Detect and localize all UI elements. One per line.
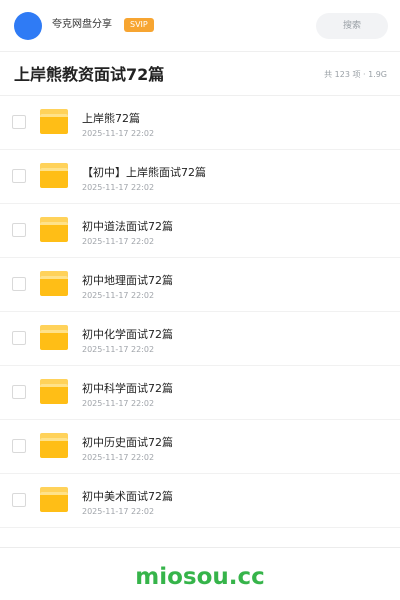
item-name[interactable]: 初中美术面试72篇 <box>82 490 173 504</box>
checkbox[interactable] <box>12 331 26 345</box>
item-date: 2025-11-17 22:02 <box>82 183 155 192</box>
watermark: miosou.cc <box>135 564 265 590</box>
list-item[interactable]: 上岸熊72篇 2025-11-17 22:02 <box>0 96 400 150</box>
page-title: 上岸熊教资面试72篇 <box>14 65 165 84</box>
folder-icon <box>40 217 68 242</box>
footer-divider <box>0 547 400 548</box>
list-item[interactable]: 初中科学面试72篇 2025-11-17 22:02 <box>0 366 400 420</box>
item-name[interactable]: 【初中】上岸熊面试72篇 <box>82 166 206 180</box>
item-date: 2025-11-17 22:02 <box>82 291 155 300</box>
list-item[interactable]: 初中道法面试72篇 2025-11-17 22:02 <box>0 204 400 258</box>
folder-icon <box>40 433 68 458</box>
item-name[interactable]: 初中科学面试72篇 <box>82 382 173 396</box>
folder-icon <box>40 163 68 188</box>
item-name[interactable]: 初中历史面试72篇 <box>82 436 173 450</box>
item-date: 2025-11-17 22:02 <box>82 453 155 462</box>
checkbox[interactable] <box>12 439 26 453</box>
folder-icon <box>40 325 68 350</box>
checkbox[interactable] <box>12 115 26 129</box>
folder-icon <box>40 271 68 296</box>
folder-title-bar: 上岸熊教资面试72篇 共 123 项 · 1.9G <box>0 52 400 96</box>
checkbox[interactable] <box>12 169 26 183</box>
checkbox[interactable] <box>12 223 26 237</box>
search-input[interactable]: 搜索 <box>316 13 388 39</box>
item-name[interactable]: 初中化学面试72篇 <box>82 328 173 342</box>
checkbox[interactable] <box>12 385 26 399</box>
folder-meta: 共 123 项 · 1.9G <box>324 70 387 79</box>
item-name[interactable]: 初中道法面试72篇 <box>82 220 173 234</box>
folder-icon <box>40 109 68 134</box>
checkbox[interactable] <box>12 277 26 291</box>
svip-badge: SVIP <box>124 18 154 32</box>
item-name[interactable]: 初中地理面试72篇 <box>82 274 173 288</box>
avatar[interactable] <box>14 12 42 40</box>
list-item[interactable]: 【初中】上岸熊面试72篇 2025-11-17 22:02 <box>0 150 400 204</box>
item-name[interactable]: 上岸熊72篇 <box>82 112 140 126</box>
item-date: 2025-11-17 22:02 <box>82 129 155 138</box>
share-source-name: 夸克网盘分享 <box>52 19 112 30</box>
file-list: 上岸熊72篇 2025-11-17 22:02 【初中】上岸熊面试72篇 202… <box>0 96 400 528</box>
item-date: 2025-11-17 22:02 <box>82 399 155 408</box>
list-item[interactable]: 初中地理面试72篇 2025-11-17 22:02 <box>0 258 400 312</box>
item-date: 2025-11-17 22:02 <box>82 507 155 516</box>
folder-icon <box>40 379 68 404</box>
list-item[interactable]: 初中历史面试72篇 2025-11-17 22:02 <box>0 420 400 474</box>
item-date: 2025-11-17 22:02 <box>82 345 155 354</box>
checkbox[interactable] <box>12 493 26 507</box>
folder-icon <box>40 487 68 512</box>
list-item[interactable]: 初中化学面试72篇 2025-11-17 22:02 <box>0 312 400 366</box>
item-date: 2025-11-17 22:02 <box>82 237 155 246</box>
top-header: 夸克网盘分享 SVIP 搜索 <box>0 0 400 52</box>
list-item[interactable]: 初中美术面试72篇 2025-11-17 22:02 <box>0 474 400 528</box>
